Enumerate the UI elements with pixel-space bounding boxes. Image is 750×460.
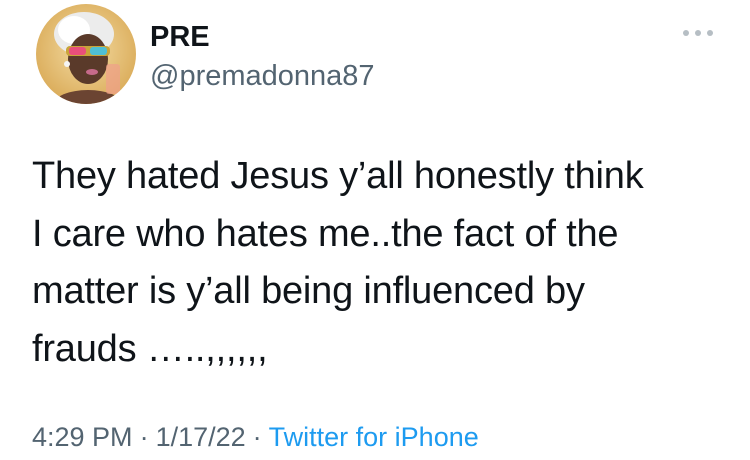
tweet-text-line: frauds …..,,,,,,	[32, 327, 268, 370]
more-options-button[interactable]	[678, 22, 726, 44]
tweet-text-line: They hated Jesus y’all honestly think	[32, 155, 644, 197]
ellipsis-icon	[683, 30, 713, 36]
tweet-time[interactable]: 4:29 PM	[32, 422, 133, 452]
tweet-metadata: 4:29 PM · 1/17/22 · Twitter for iPhone	[32, 420, 479, 454]
profile-avatar[interactable]	[36, 4, 136, 104]
tweet-text: They hated Jesus y’all honestly think I …	[32, 148, 732, 378]
tweet-date[interactable]: 1/17/22	[156, 422, 246, 452]
meta-separator: ·	[252, 422, 262, 452]
tweet-text-line: I care who hates me..the fact of the	[32, 212, 619, 255]
meta-separator: ·	[139, 422, 149, 452]
author-display-name[interactable]: PRE	[150, 20, 210, 54]
author-handle[interactable]: @premadonna87	[150, 59, 375, 93]
tweet-source-link[interactable]: Twitter for iPhone	[269, 422, 479, 452]
avatar-image	[36, 4, 136, 104]
tweet-text-line: matter is y’all being influenced by	[32, 270, 585, 312]
tweet: PRE @premadonna87 They hated Jesus y’all…	[0, 0, 750, 460]
